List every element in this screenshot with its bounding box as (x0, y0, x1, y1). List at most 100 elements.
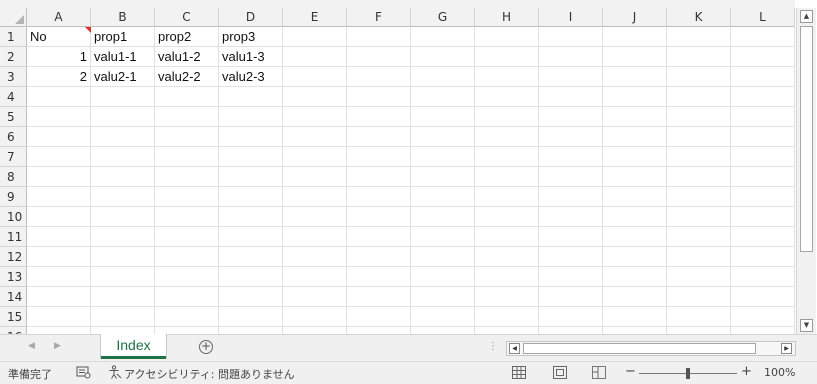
empty-cell[interactable] (539, 167, 603, 187)
empty-cell[interactable] (603, 327, 667, 334)
vertical-scroll-thumb[interactable] (800, 26, 813, 252)
empty-cell[interactable] (219, 287, 283, 307)
empty-cell[interactable] (155, 287, 219, 307)
empty-cell[interactable] (91, 247, 155, 267)
scroll-up-button[interactable]: ▲ (800, 10, 813, 23)
empty-cell[interactable] (539, 47, 603, 67)
row-header-15[interactable]: 15 (0, 307, 27, 327)
empty-cell[interactable] (347, 147, 411, 167)
empty-cell[interactable] (219, 187, 283, 207)
empty-cell[interactable] (475, 307, 539, 327)
empty-cell[interactable] (411, 67, 475, 87)
zoom-level[interactable]: 100% (764, 366, 795, 379)
add-sheet-button[interactable]: + (199, 340, 213, 354)
cell-c1[interactable]: prop2 (155, 27, 219, 47)
empty-cell[interactable] (411, 267, 475, 287)
empty-cell[interactable] (667, 167, 731, 187)
empty-cell[interactable] (347, 47, 411, 67)
empty-cell[interactable] (603, 267, 667, 287)
row-header-11[interactable]: 11 (0, 227, 27, 247)
empty-cell[interactable] (475, 327, 539, 334)
empty-cell[interactable] (539, 127, 603, 147)
cell-a3[interactable]: 2 (27, 67, 91, 87)
empty-cell[interactable] (667, 67, 731, 87)
empty-cell[interactable] (91, 227, 155, 247)
empty-cell[interactable] (283, 67, 347, 87)
empty-cell[interactable] (219, 87, 283, 107)
empty-cell[interactable] (27, 167, 91, 187)
row-header-16[interactable]: 16 (0, 327, 27, 334)
row-header-13[interactable]: 13 (0, 267, 27, 287)
empty-cell[interactable] (347, 67, 411, 87)
row-header-9[interactable]: 9 (0, 187, 27, 207)
empty-cell[interactable] (667, 227, 731, 247)
empty-cell[interactable] (539, 267, 603, 287)
empty-cell[interactable] (731, 307, 795, 327)
empty-cell[interactable] (283, 187, 347, 207)
empty-cell[interactable] (155, 247, 219, 267)
empty-cell[interactable] (347, 107, 411, 127)
empty-cell[interactable] (539, 287, 603, 307)
empty-cell[interactable] (411, 247, 475, 267)
empty-cell[interactable] (603, 47, 667, 67)
empty-cell[interactable] (27, 327, 91, 334)
empty-cell[interactable] (155, 167, 219, 187)
cell-b1[interactable]: prop1 (91, 27, 155, 47)
split-handle-icon[interactable]: ⋮ (488, 341, 498, 352)
empty-cell[interactable] (667, 307, 731, 327)
empty-cell[interactable] (539, 227, 603, 247)
empty-cell[interactable] (155, 187, 219, 207)
row-header-10[interactable]: 10 (0, 207, 27, 227)
row-header-2[interactable]: 2 (0, 47, 27, 67)
empty-cell[interactable] (731, 327, 795, 334)
empty-cell[interactable] (91, 167, 155, 187)
empty-cell[interactable] (283, 267, 347, 287)
empty-cell[interactable] (219, 167, 283, 187)
empty-cell[interactable] (91, 327, 155, 334)
empty-cell[interactable] (603, 247, 667, 267)
empty-cell[interactable] (731, 207, 795, 227)
empty-cell[interactable] (475, 147, 539, 167)
empty-cell[interactable] (155, 307, 219, 327)
empty-cell[interactable] (539, 207, 603, 227)
empty-cell[interactable] (219, 267, 283, 287)
macro-record-icon[interactable] (76, 365, 91, 382)
empty-cell[interactable] (475, 27, 539, 47)
empty-cell[interactable] (731, 167, 795, 187)
empty-cell[interactable] (731, 227, 795, 247)
empty-cell[interactable] (603, 167, 667, 187)
empty-cell[interactable] (539, 307, 603, 327)
row-header-7[interactable]: 7 (0, 147, 27, 167)
empty-cell[interactable] (219, 227, 283, 247)
column-header-g[interactable]: G (411, 8, 475, 27)
cell-a1[interactable]: No (27, 27, 91, 47)
row-header-14[interactable]: 14 (0, 287, 27, 307)
cell-b2[interactable]: valu1-1 (91, 47, 155, 67)
empty-cell[interactable] (539, 327, 603, 334)
empty-cell[interactable] (475, 127, 539, 147)
empty-cell[interactable] (347, 207, 411, 227)
empty-cell[interactable] (539, 87, 603, 107)
empty-cell[interactable] (411, 107, 475, 127)
empty-cell[interactable] (347, 27, 411, 47)
tab-scroll-left-icon[interactable]: ◀ (28, 341, 35, 351)
empty-cell[interactable] (91, 187, 155, 207)
empty-cell[interactable] (91, 107, 155, 127)
empty-cell[interactable] (155, 207, 219, 227)
empty-cell[interactable] (411, 127, 475, 147)
empty-cell[interactable] (603, 287, 667, 307)
empty-cell[interactable] (219, 307, 283, 327)
empty-cell[interactable] (155, 227, 219, 247)
empty-cell[interactable] (731, 87, 795, 107)
empty-cell[interactable] (155, 107, 219, 127)
empty-cell[interactable] (475, 187, 539, 207)
empty-cell[interactable] (731, 247, 795, 267)
empty-cell[interactable] (27, 227, 91, 247)
row-header-8[interactable]: 8 (0, 167, 27, 187)
empty-cell[interactable] (475, 247, 539, 267)
empty-cell[interactable] (667, 47, 731, 67)
row-header-3[interactable]: 3 (0, 67, 27, 87)
empty-cell[interactable] (667, 27, 731, 47)
column-header-a[interactable]: A (27, 8, 91, 27)
zoom-in-button[interactable]: + (741, 364, 752, 379)
